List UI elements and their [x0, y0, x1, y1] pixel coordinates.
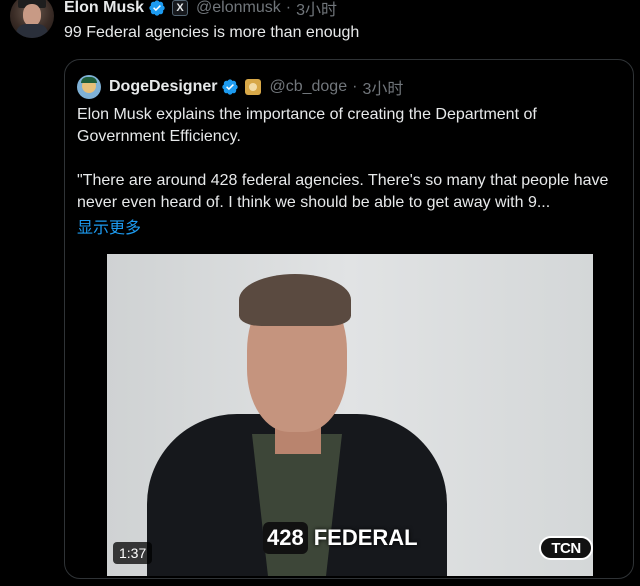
- video-subject-hair: [239, 274, 351, 326]
- quoted-post-time: 3小时: [362, 81, 404, 98]
- verified-badge-icon: [222, 79, 239, 95]
- post-text: 99 Federal agencies is more than enough: [64, 24, 360, 41]
- separator-dot: ·: [352, 78, 358, 95]
- show-more-link[interactable]: 显示更多: [77, 214, 141, 238]
- x-logo-icon: X: [172, 0, 189, 16]
- caption-number: 428: [263, 522, 308, 554]
- quoted-author-handle: @cb_doge: [269, 78, 348, 95]
- author-handle[interactable]: @elonmusk: [196, 0, 281, 17]
- tcn-watermark-logo: TCN: [539, 536, 593, 560]
- doge-affiliate-badge-icon: [245, 79, 262, 95]
- quoted-author-avatar: [77, 75, 101, 99]
- video-player[interactable]: 428 FEDERAL 1:37 TCN: [107, 254, 593, 576]
- quoted-paragraph-1: Elon Musk explains the importance of cre…: [77, 106, 537, 145]
- video-caption: 428 FEDERAL: [263, 522, 418, 554]
- author-name[interactable]: Elon Musk: [64, 0, 144, 17]
- caption-word: FEDERAL: [313, 525, 418, 550]
- video-duration: 1:37: [113, 542, 153, 564]
- quoted-post-card[interactable]: DogeDesigner @cb_doge · 3小时 Elon Musk ex…: [64, 59, 634, 579]
- post-header: Elon Musk X @elonmusk · 3小时: [64, 0, 337, 20]
- separator-dot: ·: [285, 0, 292, 16]
- quoted-post-header: DogeDesigner @cb_doge · 3小时: [77, 75, 403, 99]
- post-time[interactable]: 3小时: [296, 0, 337, 20]
- author-avatar[interactable]: [10, 0, 54, 38]
- quoted-post-text: Elon Musk explains the importance of cre…: [77, 104, 622, 214]
- verified-badge-icon: [149, 0, 165, 16]
- quoted-author-name: DogeDesigner: [109, 78, 218, 95]
- quoted-paragraph-2: "There are around 428 federal agencies. …: [77, 172, 609, 211]
- tweet-page: Elon Musk X @elonmusk · 3小时 99 Federal a…: [0, 0, 640, 586]
